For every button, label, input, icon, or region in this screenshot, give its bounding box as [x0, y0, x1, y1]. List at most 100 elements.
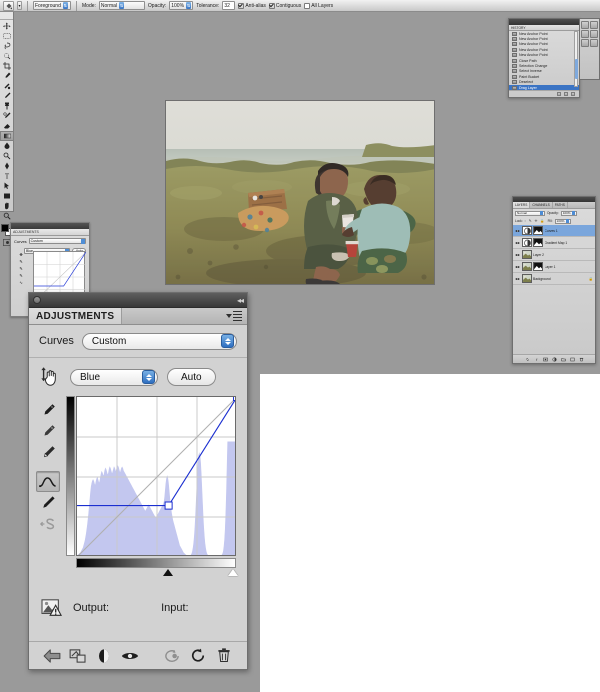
styles-panel-icon[interactable] [581, 30, 589, 38]
view-previous-state-icon[interactable] [159, 645, 185, 667]
toolbox[interactable]: T [0, 12, 14, 212]
draw-curve-pencil-icon[interactable] [36, 492, 60, 513]
layer-thumbnail[interactable] [522, 274, 532, 283]
marquee-tool-icon[interactable] [0, 31, 14, 41]
brush-tool-icon[interactable] [0, 91, 14, 101]
all-layers-checkbox[interactable]: All Layers [304, 3, 333, 9]
layers-tab[interactable]: CHANNELS [530, 202, 552, 208]
lock-toggles-icons[interactable]: ▫ ✎ ✛ 🔒 [525, 219, 546, 223]
layer-visibility-eye-icon[interactable] [515, 276, 520, 281]
add-layer-mask-icon[interactable] [543, 357, 548, 362]
history-list[interactable]: New Anchor PointNew Anchor PointNew Anch… [509, 31, 579, 90]
layer-mask-thumbnail[interactable] [533, 238, 543, 247]
layer-row[interactable]: Curves 1 [513, 225, 595, 237]
layer-row[interactable]: Layer 2 [513, 249, 595, 261]
histogram-panel-icon[interactable] [581, 39, 589, 47]
color-panel-icon[interactable] [581, 21, 589, 29]
channel-select[interactable]: Blue [70, 369, 158, 386]
history-panel[interactable]: HISTORY New Anchor PointNew Anchor Point… [508, 18, 580, 98]
edit-curve-points-icon[interactable] [36, 471, 60, 492]
smooth-curve-icon[interactable] [36, 513, 60, 534]
tool-preset-chevron-icon[interactable]: ▾ [17, 1, 22, 10]
type-tool-icon[interactable]: T [0, 171, 14, 181]
paint-bucket-icon[interactable] [3, 1, 14, 11]
new-layer-icon[interactable] [570, 357, 575, 362]
history-scrollbar-thumb[interactable] [575, 59, 578, 79]
quick-selection-tool-icon[interactable] [0, 51, 14, 61]
opacity-select[interactable]: 100% ⇅ [169, 1, 193, 10]
black-point-marker[interactable] [163, 569, 173, 576]
dodge-tool-icon[interactable] [0, 151, 14, 161]
layer-style-icon[interactable]: f [534, 357, 539, 362]
navigator-panel-icon[interactable] [590, 30, 598, 38]
antialias-checkbox[interactable]: Anti-alias [238, 3, 266, 9]
double-chevron-right-icon[interactable]: ◂◂ [237, 296, 243, 305]
shape-tool-icon[interactable] [0, 191, 14, 201]
gray-point-eyedropper-icon[interactable] [36, 421, 60, 442]
pen-tool-icon[interactable] [0, 161, 14, 171]
tab-adjustments[interactable]: ADJUSTMENTS [29, 308, 122, 324]
eraser-tool-icon[interactable] [0, 121, 14, 131]
create-document-from-state-icon[interactable] [557, 92, 561, 96]
tolerance-input[interactable]: 32 [222, 1, 235, 10]
collapse-dot-icon[interactable] [33, 296, 41, 304]
layers-tab[interactable]: PATHS [553, 202, 568, 208]
foreground-color-swatch[interactable] [1, 224, 9, 232]
layer-mask-thumbnail[interactable] [533, 262, 543, 271]
collapsed-panel-dock[interactable] [579, 18, 600, 80]
hand-tool-icon[interactable] [0, 201, 14, 211]
create-new-snapshot-icon[interactable] [564, 92, 568, 96]
zoom-tool-icon[interactable] [0, 211, 14, 221]
contiguous-checkbox[interactable]: Contiguous [269, 3, 301, 9]
curve-graph[interactable] [76, 396, 236, 556]
layer-visibility-eye-icon[interactable] [515, 252, 520, 257]
layer-adjustment-icon[interactable] [522, 226, 532, 235]
link-layers-icon[interactable] [525, 357, 530, 362]
delete-state-icon[interactable] [571, 92, 575, 96]
preset-select[interactable]: Custom [82, 333, 237, 350]
auto-button[interactable]: Auto [167, 368, 216, 386]
layer-row[interactable]: Gradient Map 1 [513, 237, 595, 249]
adjustments-panel[interactable]: ◂◂ ADJUSTMENTS Curves Custom Blue [28, 292, 248, 670]
layer-thumbnail[interactable] [522, 262, 532, 271]
spot-healing-tool-icon[interactable] [0, 81, 14, 91]
document-image[interactable] [165, 100, 435, 285]
layer-visibility-eye-icon[interactable] [515, 240, 520, 245]
clip-to-layer-icon[interactable] [65, 645, 91, 667]
swatches-panel-icon[interactable] [590, 21, 598, 29]
layers-opacity-field[interactable]: 100% [561, 211, 577, 216]
blur-tool-icon[interactable] [0, 141, 14, 151]
lasso-tool-icon[interactable] [0, 41, 14, 51]
delete-adjustment-icon[interactable] [211, 645, 237, 667]
preview-eye-icon[interactable] [117, 645, 143, 667]
new-adjustment-layer-icon[interactable] [552, 357, 557, 362]
layer-mask-thumbnail[interactable] [533, 226, 543, 235]
move-tool-icon[interactable] [0, 21, 14, 31]
white-point-marker[interactable] [228, 569, 238, 576]
layers-list[interactable]: Curves 1 Gradient Map 1 Layer 2 Layer 1 … [513, 225, 595, 285]
stepper-icon[interactable] [221, 334, 234, 348]
path-selection-tool-icon[interactable] [0, 181, 14, 191]
reset-adjustment-icon[interactable] [185, 645, 211, 667]
black-point-eyedropper-icon[interactable] [36, 400, 60, 421]
toolbox-grip[interactable] [0, 16, 13, 20]
blend-mode-select[interactable]: Normal [515, 211, 545, 216]
blend-mode-select[interactable]: Normal ⇅ [99, 1, 145, 10]
new-group-icon[interactable] [561, 357, 566, 362]
return-to-adjustment-list-icon[interactable] [39, 645, 65, 667]
layers-fill-field[interactable]: 100% [555, 219, 571, 224]
toggle-layer-mask-icon[interactable] [91, 645, 117, 667]
adjustments-titlebar[interactable]: ◂◂ [29, 293, 247, 308]
layers-tabs[interactable]: LAYERSCHANNELSPATHS [513, 202, 595, 209]
white-point-eyedropper-icon[interactable] [36, 442, 60, 463]
info-panel-icon[interactable] [590, 39, 598, 47]
layer-thumbnail[interactable] [522, 250, 532, 259]
layer-visibility-eye-icon[interactable] [515, 264, 520, 269]
gradient-tool-icon[interactable] [0, 131, 14, 141]
crop-tool-icon[interactable] [0, 61, 14, 71]
layer-visibility-eye-icon[interactable] [515, 228, 520, 233]
clone-stamp-tool-icon[interactable] [0, 101, 14, 111]
layer-row[interactable]: Layer 1 [513, 261, 595, 273]
targeted-adjustment-hand-icon[interactable] [39, 366, 61, 388]
history-brush-tool-icon[interactable] [0, 111, 14, 121]
